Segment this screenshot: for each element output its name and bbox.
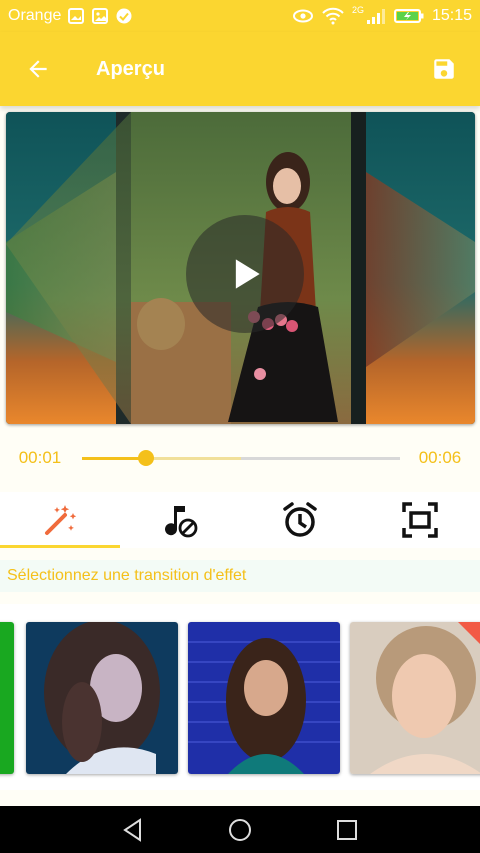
magic-wand-icon [45,505,77,535]
music-off-icon [165,506,198,538]
battery-charging-icon [393,9,424,23]
transition-thumbnail[interactable] [188,622,340,774]
page-title: Aperçu [96,57,165,80]
image-notification-icon [92,8,109,24]
check-notification-icon [116,8,132,24]
tab-duration[interactable] [240,492,360,548]
signal-icon [366,9,385,24]
total-time-label: 00:06 [418,448,462,467]
seek-progress [82,456,146,460]
triangle-back-icon [123,817,142,842]
transition-strip[interactable] [0,604,480,790]
seek-thumb[interactable] [137,449,154,466]
selected-marker [458,622,480,666]
crop-frame-icon [402,502,438,538]
transition-thumbnail[interactable] [0,622,14,774]
tab-frame[interactable] [360,492,480,548]
nav-back-button[interactable] [113,810,153,850]
network-type-label: 2G [351,5,364,15]
save-button[interactable] [420,45,468,93]
alarm-clock-icon [283,502,317,537]
status-bar: Orange 2G 15:15 [0,0,480,32]
transition-thumbnail[interactable] [26,622,178,774]
tab-transition[interactable] [0,492,120,548]
arrow-back-icon [29,60,47,78]
play-button[interactable] [186,215,304,333]
current-time-label: 00:01 [18,448,62,467]
seek-buffered [145,456,241,460]
app-toolbar: Aperçu [0,32,480,106]
system-nav-bar [0,806,480,853]
play-icon [235,259,260,289]
seek-bar[interactable] [82,449,400,466]
eye-comfort-icon [292,9,313,23]
seek-row: 00:01 00:06 [0,436,480,480]
transition-hint: Sélectionnez une transition d'effet [0,560,480,592]
nav-home-button[interactable] [220,810,260,850]
floppy-disk-icon [434,59,454,79]
clock-label: 15:15 [431,7,472,24]
portrait-image [26,622,178,774]
back-button[interactable] [10,41,66,97]
tab-music[interactable] [120,492,240,548]
nav-recents-button[interactable] [327,810,367,850]
carrier-label: Orange [8,7,62,24]
video-preview[interactable] [6,112,475,424]
editor-tabs [0,492,480,548]
gallery-notification-icon [68,8,85,24]
square-recents-icon [336,819,357,840]
transition-thumbnail-selected[interactable] [350,622,480,774]
portrait-image [188,622,340,774]
wifi-icon [322,7,344,25]
circle-home-icon [228,818,251,841]
